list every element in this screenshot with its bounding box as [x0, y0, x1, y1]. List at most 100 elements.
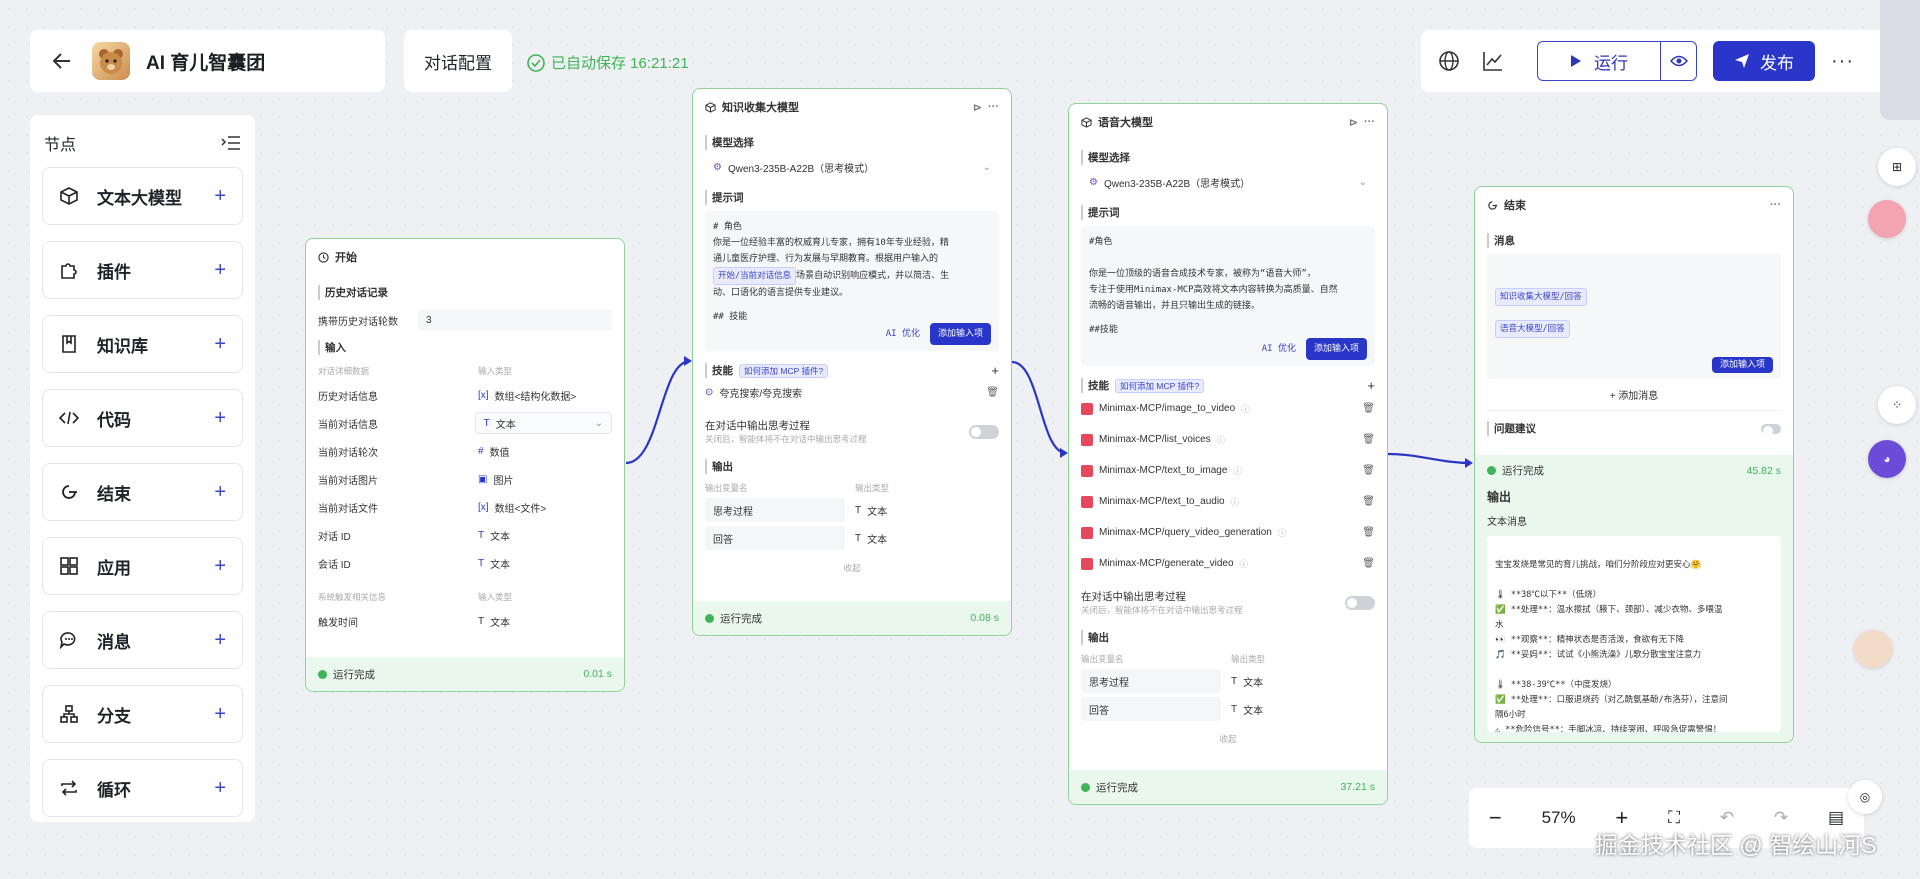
grid-plus-icon[interactable]: ⊞ — [1878, 148, 1916, 186]
type-icon: T — [478, 529, 485, 541]
add-input-button[interactable]: 添加输入项 — [1305, 338, 1367, 360]
prompt-variable-tag[interactable]: 开始/当前对话信息 — [713, 267, 797, 285]
add-message-button[interactable]: + 添加消息 — [1487, 387, 1781, 411]
prompt-line: # 角色 — [713, 222, 742, 232]
trash-icon[interactable]: 🗑 — [1362, 434, 1375, 445]
collapse-link[interactable]: 收起 — [705, 562, 999, 574]
mcp-help-tag[interactable]: 如何添加 MCP 插件? — [739, 363, 829, 378]
output-name: 思考过程 — [1081, 669, 1221, 693]
model-select[interactable]: ⚙ Qwen3-235B-A22B（思考模式） ⌄ — [705, 156, 999, 178]
output-line: 🌡 **38℃以下**（低烧） — [1495, 590, 1602, 600]
play-circle-icon[interactable]: ⊳ — [1349, 116, 1358, 129]
run-time: 0.08 s — [970, 612, 999, 624]
trash-icon[interactable]: 🗑 — [986, 387, 999, 398]
history-rounds-input[interactable]: 3 — [418, 309, 612, 331]
node-kb-status: 运行完成 0.08 s — [693, 601, 1011, 635]
minimax-icon — [1081, 433, 1093, 446]
chat-bot-icon[interactable]: ◕ — [1868, 440, 1906, 478]
prompt-label: 提示词 — [1081, 205, 1375, 220]
output-text-box[interactable]: 宝宝发烧是常见的育儿挑战，咱们分阶段应对更安心🤗 🌡 **38℃以下**（低烧） ✅… — [1487, 536, 1781, 732]
zoom-level: 57% — [1541, 808, 1576, 827]
input-name: 当前对话信息 — [318, 419, 378, 431]
status-text: 运行完成 — [333, 668, 375, 681]
think-toggle-hint: 关闭后，智能体将不在对话中输出思考过程 — [705, 434, 867, 444]
trash-icon[interactable]: 🗑 — [1362, 496, 1375, 507]
prompt-line: ##技能 — [1089, 325, 1118, 335]
fit-view-icon[interactable]: ⛶ — [1668, 808, 1680, 828]
input-type: 文本 — [490, 559, 511, 571]
prompt-editor[interactable]: #角色 你是一位顶级的语音合成技术专家，被称为“语音大师”， 专注于使用Mini… — [1081, 226, 1375, 366]
apps-grid-icon[interactable]: ⁘ — [1878, 386, 1916, 424]
info-icon[interactable]: ⓘ — [1217, 434, 1226, 446]
status-text: 运行完成 — [1096, 781, 1138, 794]
info-icon[interactable]: ⓘ — [1233, 465, 1242, 477]
output-name: 回答 — [705, 526, 845, 550]
prompt-line: #角色 — [1089, 237, 1113, 247]
model-value: Qwen3-235B-A22B（思考模式） — [1103, 178, 1251, 190]
message-variable-tag[interactable]: 语音大模型/回答 — [1495, 320, 1570, 338]
redo-icon[interactable]: ↷ — [1774, 808, 1788, 828]
help-float-icon[interactable]: ◎ — [1848, 780, 1882, 814]
play-circle-icon[interactable]: ⊳ — [973, 101, 982, 114]
input-type-select[interactable]: T 文本 ⌄ — [474, 412, 612, 434]
add-input-button[interactable]: 添加输入项 — [929, 323, 991, 345]
minimax-icon — [1081, 495, 1093, 508]
think-toggle[interactable] — [1345, 595, 1375, 610]
message-variable-tag[interactable]: 知识收集大模型/回答 — [1495, 288, 1587, 306]
type-icon: [x] — [478, 501, 489, 513]
helper-avatar[interactable] — [1854, 630, 1892, 668]
output-type: 文本 — [1243, 705, 1264, 717]
message-editor[interactable]: 知识收集大模型/回答 语音大模型/回答 添加输入项 — [1487, 254, 1781, 379]
collapse-link[interactable]: 收起 — [1081, 733, 1375, 745]
node-more-icon[interactable]: ··· — [1770, 199, 1781, 211]
skill-label: 技能 — [705, 363, 733, 378]
minimax-icon — [1081, 526, 1093, 539]
suggest-toggle[interactable] — [1761, 423, 1781, 436]
node-knowledge-model[interactable]: 知识收集大模型 ⊳ ··· 模型选择 ⚙ Qwen3-235B-A22B（思考模式… — [692, 88, 1012, 636]
node-start[interactable]: 开始 历史对话记录 携带历史对话轮数 3 输入 对话详细数据 输入类型 历史对话信… — [305, 238, 625, 692]
mcp-skill-label: Minimax-MCP/text_to_image — [1099, 465, 1228, 476]
input-section-title: 输入 — [318, 340, 612, 355]
info-icon[interactable]: ⓘ — [1231, 496, 1240, 508]
output-line: 👀 **观察**：精神状态是否活泼，食欲有无下降 — [1495, 635, 1685, 645]
minimap-icon[interactable]: ▤ — [1828, 808, 1844, 828]
input-type: 数组<结构化数据> — [494, 391, 577, 403]
node-start-title: 开始 — [335, 252, 357, 264]
add-skill-icon[interactable]: + — [991, 363, 999, 378]
output-line: 🌡 **38-39℃**（中度发烧） — [1495, 680, 1617, 690]
out-col-name: 输出变量名 — [1081, 654, 1124, 664]
type-icon: T — [478, 557, 485, 569]
input-name: 当前对话图片 — [318, 475, 378, 487]
out-col-type: 输出类型 — [855, 483, 890, 493]
node-end[interactable]: 结束 ··· 消息 知识收集大模型/回答 语音大模型/回答 添加输入项 + 添加… — [1474, 186, 1794, 743]
trash-icon[interactable]: 🗑 — [1362, 465, 1375, 476]
add-input-button[interactable]: 添加输入项 — [1711, 357, 1773, 373]
undo-icon[interactable]: ↶ — [1720, 808, 1734, 828]
mcp-help-tag[interactable]: 如何添加 MCP 插件? — [1115, 378, 1205, 393]
zoom-out-button[interactable]: − — [1489, 805, 1502, 831]
node-more-icon[interactable]: ··· — [988, 101, 999, 113]
ai-optimize-button[interactable]: AI 优化 — [1262, 341, 1296, 357]
trash-icon[interactable]: 🗑 — [1362, 403, 1375, 414]
node-voice-model[interactable]: 语音大模型 ⊳ ··· 模型选择 ⚙ Qwen3-235B-A22B（思考模式） ⌄… — [1068, 103, 1388, 805]
minimax-icon — [1081, 402, 1093, 415]
node-more-icon[interactable]: ··· — [1364, 116, 1375, 128]
think-toggle[interactable] — [969, 424, 999, 439]
assistant-avatar[interactable] — [1868, 200, 1906, 238]
info-icon[interactable]: ⓘ — [1241, 403, 1250, 415]
input-type: 文本 — [490, 531, 511, 543]
trigger-type: 文本 — [490, 617, 511, 629]
model-select[interactable]: ⚙ Qwen3-235B-A22B（思考模式） ⌄ — [1081, 171, 1375, 193]
prompt-line: 专注于使用Minimax-MCP高效将文本内容转换为高质量、自然 — [1089, 285, 1338, 295]
info-icon[interactable]: ⓘ — [1278, 527, 1287, 539]
trash-icon[interactable]: 🗑 — [1362, 558, 1375, 569]
info-icon[interactable]: ⓘ — [1240, 558, 1249, 570]
ai-optimize-button[interactable]: AI 优化 — [886, 326, 920, 342]
trash-icon[interactable]: 🗑 — [1362, 527, 1375, 538]
add-skill-icon[interactable]: + — [1367, 378, 1375, 393]
mcp-skill-item: Minimax-MCP/list_voices ⓘ 🗑 — [1081, 424, 1375, 455]
type-icon: # — [478, 445, 484, 457]
output-label: 输出 — [705, 459, 999, 474]
prompt-editor[interactable]: # 角色 你是一位经验丰富的权威育儿专家，拥有10年专业经验，精 通儿童医疗护理… — [705, 211, 999, 351]
mcp-skill-label: Minimax-MCP/generate_video — [1099, 558, 1234, 569]
